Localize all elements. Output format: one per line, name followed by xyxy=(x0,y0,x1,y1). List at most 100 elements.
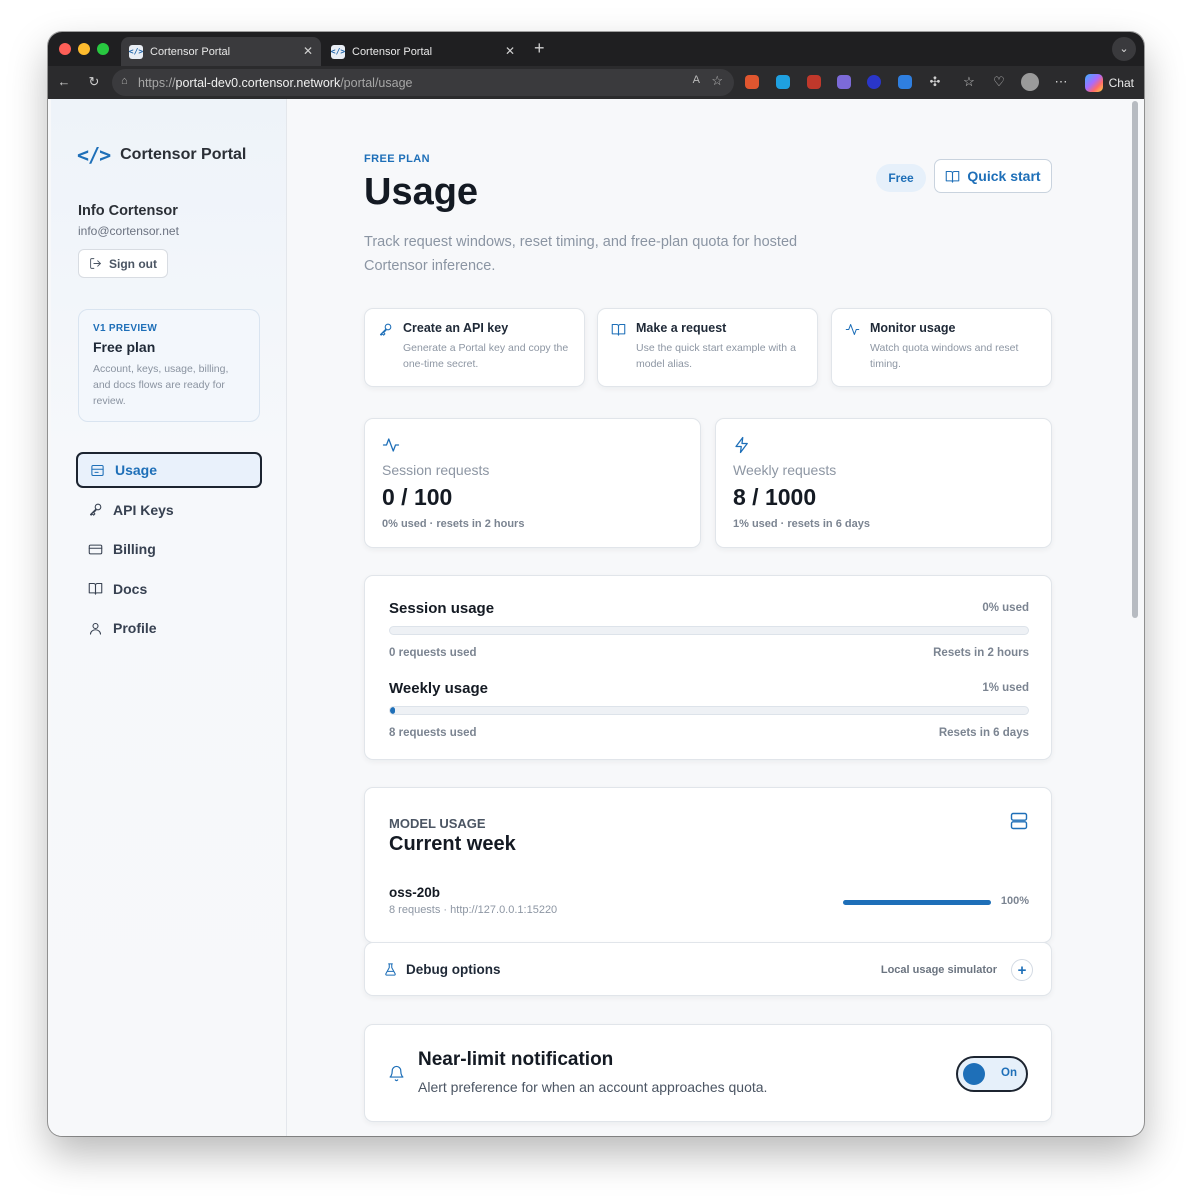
step-title: Create an API key xyxy=(403,321,509,335)
model-usage-title: Current week xyxy=(389,833,516,855)
sidebar-item-label: Usage xyxy=(115,462,158,478)
book-icon xyxy=(946,170,960,183)
sidebar-item-docs[interactable]: Docs xyxy=(76,571,262,607)
usage-used-label: 0 requests used xyxy=(389,647,477,659)
brand[interactable]: </> Cortensor Portal xyxy=(77,143,246,167)
notification-description: Alert preference for when an account app… xyxy=(418,1079,768,1095)
near-limit-notification-card: Near-limit notification Alert preference… xyxy=(364,1024,1052,1122)
step-description: Generate a Portal key and copy the one-t… xyxy=(403,342,569,370)
minimize-window-button[interactable] xyxy=(78,43,90,55)
sidebar-item-profile[interactable]: Profile xyxy=(76,610,262,646)
browser-tab-1[interactable]: </> Cortensor Portal ✕ xyxy=(121,37,321,66)
extension-icon[interactable] xyxy=(837,75,851,89)
activity-icon xyxy=(382,438,400,452)
usage-icon xyxy=(91,464,104,476)
debug-title: Debug options xyxy=(406,962,501,977)
usage-progress-fill xyxy=(390,707,396,714)
extension-icon[interactable] xyxy=(807,75,821,89)
sidebar-item-billing[interactable]: Billing xyxy=(76,531,262,567)
sidebar-item-label: API Keys xyxy=(113,501,174,518)
bell-icon xyxy=(389,1065,404,1082)
step-title: Make a request xyxy=(636,321,727,335)
url-host: portal-dev0.cortensor.network xyxy=(175,75,341,90)
stat-label: Session requests xyxy=(382,462,490,478)
tab-list-chevron-icon[interactable]: ⌄ xyxy=(1112,37,1136,61)
usage-reset-label: Resets in 2 hours xyxy=(933,647,1029,659)
page-viewport: </> Cortensor Portal Info Cortensor info… xyxy=(51,99,1141,1136)
more-menu-icon[interactable]: ⋯ xyxy=(1053,74,1069,90)
weekly-requests-card: Weekly requests 8 / 1000 1% used · reset… xyxy=(715,418,1052,548)
model-usage-card: MODEL USAGE Current week oss-20b 8 reque… xyxy=(364,787,1052,943)
extension-icon[interactable] xyxy=(745,75,759,89)
model-usage-eyebrow: MODEL USAGE xyxy=(389,816,486,831)
close-window-button[interactable] xyxy=(59,43,71,55)
preview-description: Account, keys, usage, billing, and docs … xyxy=(93,363,229,407)
lock-icon: ⌂ xyxy=(121,75,128,87)
activity-icon xyxy=(845,323,860,336)
step-card-create-key[interactable]: Create an API key Generate a Portal key … xyxy=(364,308,585,387)
chat-label: Chat xyxy=(1108,76,1134,90)
model-usage-bar xyxy=(843,900,991,905)
usage-percent: 0% used xyxy=(982,602,1029,614)
step-title: Monitor usage xyxy=(870,321,956,335)
debug-simulator-label: Local usage simulator xyxy=(880,964,997,976)
usage-progress-bar xyxy=(389,626,1029,635)
session-requests-card: Session requests 0 / 100 0% used · reset… xyxy=(364,418,701,548)
copilot-logo-icon xyxy=(1084,74,1103,92)
back-arrow-icon[interactable]: ← xyxy=(56,74,72,90)
debug-options-row[interactable]: Debug options Local usage simulator + xyxy=(364,942,1052,996)
profile-avatar[interactable] xyxy=(1021,73,1039,91)
extension-icon[interactable] xyxy=(867,75,881,89)
flask-icon xyxy=(385,963,396,976)
usage-title: Weekly usage xyxy=(389,680,488,697)
book-icon xyxy=(611,323,626,336)
reload-icon[interactable]: ↻ xyxy=(86,74,102,90)
tab-title: Cortensor Portal xyxy=(150,45,231,58)
extensions-puzzle-icon[interactable]: ✣ xyxy=(927,74,943,90)
credit-card-icon xyxy=(88,544,103,554)
sign-out-button[interactable]: Sign out xyxy=(78,249,168,278)
favorites-icon[interactable]: ☆ xyxy=(961,74,977,90)
usage-used-label: 8 requests used xyxy=(389,727,477,739)
browser-toolbar: ← ↻ ⌂ https://portal-dev0.cortensor.netw… xyxy=(48,66,1144,99)
quick-start-button[interactable]: Quick start xyxy=(934,159,1052,193)
sign-out-label: Sign out xyxy=(109,256,157,271)
quick-start-label: Quick start xyxy=(967,168,1041,184)
browser-tab-2[interactable]: </> Cortensor Portal ✕ xyxy=(323,37,523,66)
page-eyebrow: FREE PLAN xyxy=(364,153,430,165)
stat-value: 8 / 1000 xyxy=(733,484,817,510)
notification-toggle[interactable]: On xyxy=(956,1056,1028,1092)
page-scrollbar[interactable] xyxy=(1132,101,1138,618)
read-aloud-icon[interactable]: A xyxy=(693,74,700,86)
step-card-make-request[interactable]: Make a request Use the quick start examp… xyxy=(597,308,818,387)
close-tab-icon[interactable]: ✕ xyxy=(303,44,313,58)
sidebar-item-usage[interactable]: Usage xyxy=(76,452,262,488)
model-name: oss-20b xyxy=(389,885,441,900)
user-name: Info Cortensor xyxy=(78,203,178,219)
page-title: Usage xyxy=(364,171,479,213)
usage-reset-label: Resets in 6 days xyxy=(938,727,1029,739)
step-description: Watch quota windows and reset timing. xyxy=(870,342,1019,370)
sidebar-item-api-keys[interactable]: API Keys xyxy=(76,492,262,528)
user-icon xyxy=(89,622,102,635)
preview-plan: Free plan xyxy=(93,339,156,355)
close-tab-icon[interactable]: ✕ xyxy=(505,44,515,58)
brand-name: Cortensor Portal xyxy=(120,146,247,163)
expand-plus-icon[interactable]: + xyxy=(1011,959,1033,981)
favorite-star-icon[interactable]: ☆ xyxy=(711,73,723,89)
zoom-window-button[interactable] xyxy=(97,43,109,55)
health-icon[interactable]: ♡ xyxy=(991,74,1007,90)
new-tab-icon[interactable]: + xyxy=(534,38,545,59)
copilot-chat-button[interactable]: Chat xyxy=(1084,72,1134,94)
book-icon xyxy=(88,582,103,595)
extension-icon[interactable] xyxy=(776,75,790,89)
address-bar[interactable]: ⌂ https://portal-dev0.cortensor.network /… xyxy=(112,69,734,96)
plan-badge: Free xyxy=(876,164,926,192)
usage-title: Session usage xyxy=(389,600,495,617)
extension-icon[interactable] xyxy=(898,75,912,89)
step-card-monitor-usage[interactable]: Monitor usage Watch quota windows and re… xyxy=(831,308,1052,387)
toggle-label: On xyxy=(1001,1067,1017,1079)
stat-label: Weekly requests xyxy=(733,462,837,478)
tab-favicon-icon: </> xyxy=(129,44,143,59)
user-email: info@cortensor.net xyxy=(78,224,179,238)
